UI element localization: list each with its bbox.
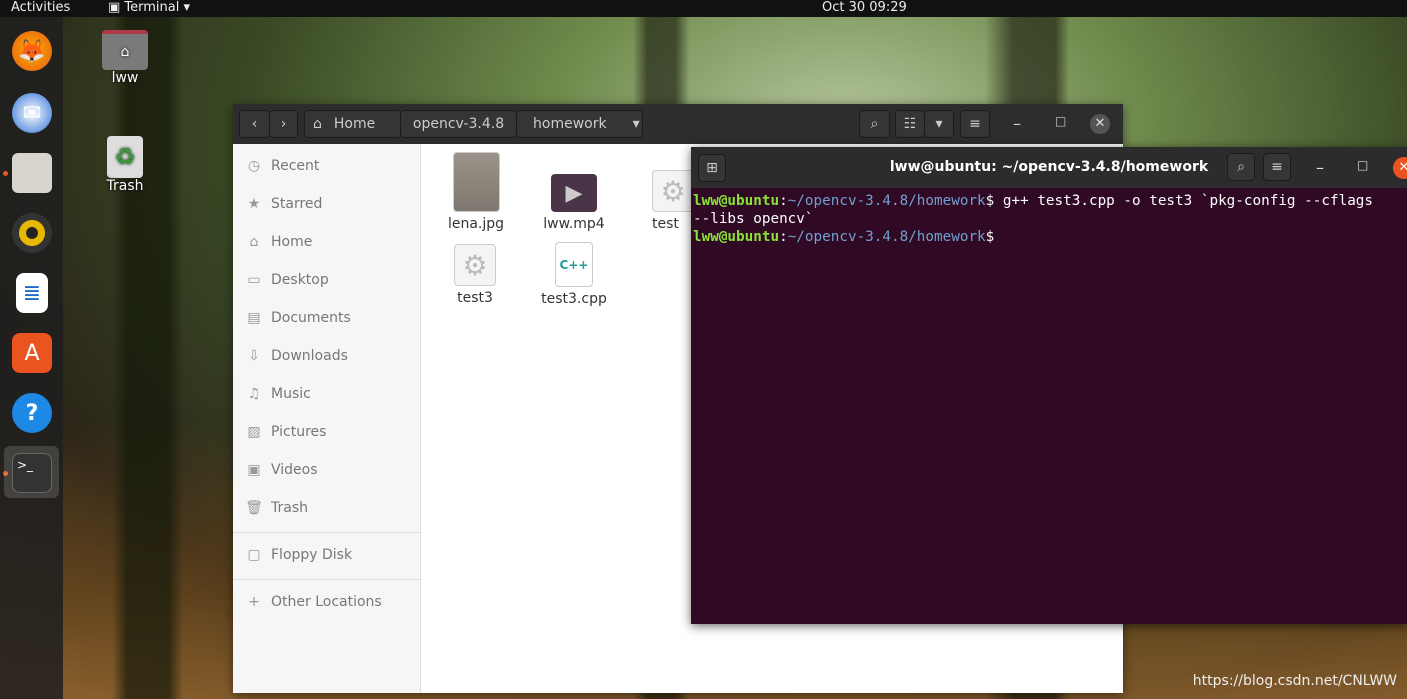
terminal-icon[interactable]: >_ <box>12 453 52 493</box>
minimize-button[interactable]: – <box>1013 114 1021 133</box>
search-button[interactable]: ⌕ <box>859 110 890 138</box>
terminal-headerbar: ⊞ lww@ubuntu: ~/opencv-3.4.8/homework ⌕ … <box>691 147 1407 188</box>
clock[interactable]: Oct 30 09:29 <box>822 0 907 15</box>
file-test3[interactable]: ⚙ test3 <box>430 244 520 306</box>
file-test3-cpp[interactable]: C++ test3.cpp <box>529 242 619 307</box>
file-lww-mp4[interactable]: ▶ lww.mp4 <box>529 174 619 232</box>
path-opencv[interactable]: opencv-3.4.8 <box>400 110 517 138</box>
download-icon: ⇩ <box>248 348 260 364</box>
sidebar-item-videos[interactable]: ▣ Videos <box>245 462 317 478</box>
floppy-icon: ▢ <box>247 547 261 563</box>
path-home[interactable]: ⌂ Home <box>304 110 401 138</box>
image-thumbnail <box>452 152 500 212</box>
home-icon: ⌂ <box>249 234 259 250</box>
writer-icon[interactable]: ≣ <box>16 273 48 313</box>
plus-icon: + <box>248 594 260 610</box>
desktop-home-folder[interactable]: ⌂ lww <box>100 30 150 86</box>
pictures-icon: ▨ <box>247 424 261 440</box>
sidebar-item-trash[interactable]: 🗑 Trash <box>245 500 308 516</box>
sidebar-item-floppy[interactable]: ▢ Floppy Disk <box>245 547 352 563</box>
watermark: https://blog.csdn.net/CNLWW <box>1192 673 1397 689</box>
menu-button[interactable]: ≡ <box>960 110 990 138</box>
video-icon: ▣ <box>247 462 261 478</box>
executable-icon: ⚙ <box>652 170 694 212</box>
star-icon: ★ <box>247 196 261 212</box>
view-options-button[interactable]: ▾ <box>924 110 954 138</box>
clock-icon: ◷ <box>247 158 261 174</box>
chevron-down-icon: ▾ <box>632 116 640 132</box>
home-icon: ⌂ <box>313 116 322 132</box>
maximize-button[interactable]: □ <box>1055 114 1066 128</box>
divider <box>233 579 421 580</box>
help-icon[interactable]: ? <box>12 393 52 433</box>
terminal-window: ⊞ lww@ubuntu: ~/opencv-3.4.8/homework ⌕ … <box>691 147 1407 624</box>
running-indicator <box>3 171 8 176</box>
activities-button[interactable]: Activities <box>11 0 70 15</box>
terminal-title: lww@ubuntu: ~/opencv-3.4.8/homework <box>889 159 1209 175</box>
cpp-file-icon: C++ <box>555 242 593 287</box>
software-icon[interactable]: A <box>12 333 52 373</box>
sidebar-item-desktop[interactable]: ▭ Desktop <box>245 272 328 288</box>
thunderbird-icon[interactable]: ✉ <box>12 93 52 133</box>
sidebar-item-starred[interactable]: ★ Starred <box>245 196 323 212</box>
rhythmbox-icon[interactable] <box>12 213 52 253</box>
path-homework[interactable]: homework ▾ <box>516 110 643 138</box>
dock: 🦊 ✉ ≣ A ? >_ <box>0 17 63 699</box>
sidebar-item-music[interactable]: ♫ Music <box>245 386 311 402</box>
search-button[interactable]: ⌕ <box>1227 153 1255 181</box>
sidebar-item-recent[interactable]: ◷ Recent <box>245 158 320 174</box>
close-button[interactable]: ✕ <box>1090 114 1110 134</box>
home-folder-icon: ⌂ <box>102 30 148 70</box>
video-file-icon: ▶ <box>551 174 597 212</box>
menu-button[interactable]: ≡ <box>1263 153 1291 181</box>
close-button[interactable]: ✕ <box>1393 157 1407 179</box>
file-lena-jpg[interactable]: lena.jpg <box>431 152 521 232</box>
divider <box>233 532 421 533</box>
music-icon: ♫ <box>247 386 261 402</box>
terminal-output[interactable]: lww@ubuntu:~/opencv-3.4.8/homework$ g++ … <box>691 188 1407 250</box>
places-sidebar: ◷ Recent ★ Starred ⌂ Home ▭ Desktop ▤ Documen… <box>233 144 421 693</box>
files-headerbar: ‹ › ⌂ Home opencv-3.4.8 homework ▾ ⌕ ☷ ▾ ≡… <box>233 104 1123 144</box>
trash-icon: ♻ <box>107 136 143 178</box>
sidebar-item-downloads[interactable]: ⇩ Downloads <box>245 348 348 364</box>
top-bar: Activities ▣ Terminal ▾ Oct 30 09:29 <box>0 0 1407 17</box>
desktop-icon: ▭ <box>247 272 261 288</box>
executable-icon: ⚙ <box>454 244 496 286</box>
sidebar-item-home[interactable]: ⌂ Home <box>245 234 313 250</box>
firefox-icon[interactable]: 🦊 <box>12 31 52 71</box>
desktop-trash[interactable]: ♻ Trash <box>100 136 150 194</box>
sidebar-item-documents[interactable]: ▤ Documents <box>245 310 350 326</box>
maximize-button[interactable]: □ <box>1357 158 1368 172</box>
trash-icon: 🗑 <box>245 500 263 516</box>
document-icon: ▤ <box>247 310 261 326</box>
sidebar-item-other-locations[interactable]: + Other Locations <box>245 594 382 610</box>
app-menu[interactable]: ▣ Terminal ▾ <box>108 0 190 15</box>
forward-button[interactable]: › <box>269 110 298 138</box>
files-icon[interactable] <box>12 153 52 193</box>
list-view-button[interactable]: ☷ <box>895 110 925 138</box>
sidebar-item-pictures[interactable]: ▨ Pictures <box>245 424 326 440</box>
minimize-button[interactable]: – <box>1316 158 1324 177</box>
back-button[interactable]: ‹ <box>239 110 270 138</box>
